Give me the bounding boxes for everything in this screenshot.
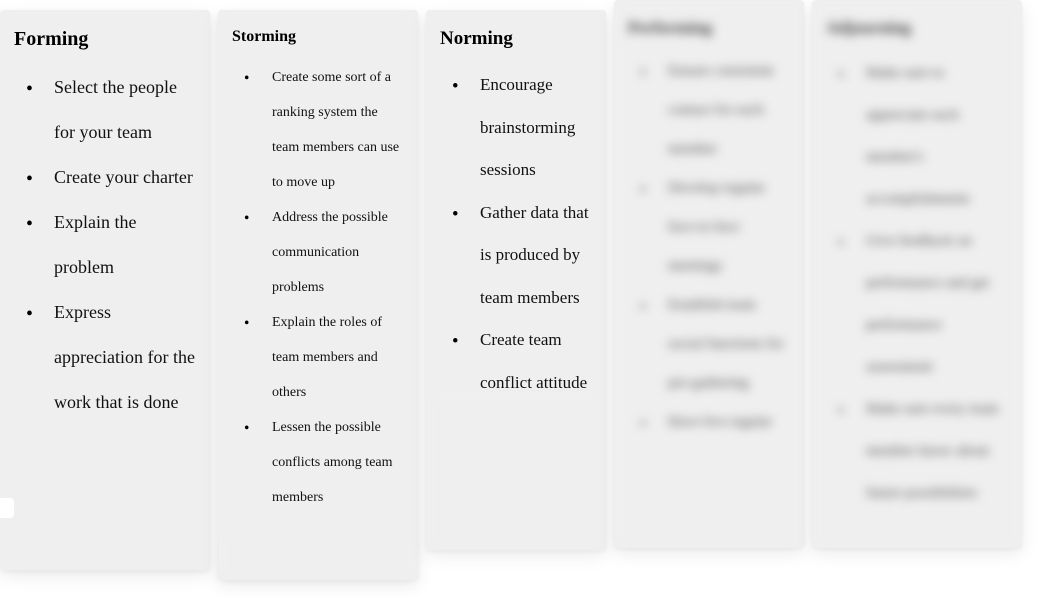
stage-title: Storming <box>232 28 404 46</box>
stage-card-forming: Forming Select the people for your team … <box>0 10 210 570</box>
list-item: Encourage brainstorming sessions <box>446 64 592 192</box>
stage-title: Norming <box>440 28 592 50</box>
stage-card-storming: Storming Create some sort of a ranking s… <box>218 10 418 580</box>
list-item: Establish team social functions for pre-… <box>634 286 790 403</box>
list-item: Create team conflict attitude <box>446 319 592 404</box>
stage-card-adjourning: Adjourning Make sure to appreciate each … <box>812 0 1022 548</box>
list-item: Create your charter <box>20 155 196 200</box>
stage-title: Forming <box>14 28 196 51</box>
stage-card-norming: Norming Encourage brainstorming sessions… <box>426 10 606 550</box>
list-item: Explain the problem <box>20 200 196 290</box>
stage-list: Select the people for your team Create y… <box>14 65 196 425</box>
list-item: Address the possible communication probl… <box>238 200 404 305</box>
stage-title: Adjourning <box>826 18 1008 38</box>
list-item: Select the people for your team <box>20 65 196 155</box>
stage-card-performing: Performing Ensure consistent contact for… <box>614 0 804 548</box>
stage-title: Performing <box>628 18 790 38</box>
list-item: Make sure every team member know about f… <box>832 388 1008 514</box>
list-item: Gather data that is produced by team mem… <box>446 192 592 320</box>
list-item: Express appreciation for the work that i… <box>20 290 196 425</box>
stage-list: Make sure to appreciate each member's ac… <box>826 52 1008 514</box>
list-item: Give feedback on performance and get per… <box>832 220 1008 388</box>
list-item: Make sure to appreciate each member's ac… <box>832 52 1008 220</box>
page-notch <box>0 498 14 518</box>
blur-overlay <box>218 530 418 580</box>
list-item: Create some sort of a ranking system the… <box>238 60 404 200</box>
list-item: Develop regular face-to-face meetings <box>634 169 790 286</box>
list-item: Explain the roles of team members and ot… <box>238 305 404 410</box>
stage-list: Create some sort of a ranking system the… <box>232 60 404 515</box>
blur-overlay <box>426 390 606 550</box>
list-item: Have live regular <box>634 403 790 442</box>
list-item: Lessen the possible conflicts among team… <box>238 410 404 515</box>
stage-list: Encourage brainstorming sessions Gather … <box>440 64 592 404</box>
list-item: Ensure consistent contact for each membe… <box>634 52 790 169</box>
stage-list: Ensure consistent contact for each membe… <box>628 52 790 442</box>
stage-columns: Forming Select the people for your team … <box>0 0 1062 580</box>
